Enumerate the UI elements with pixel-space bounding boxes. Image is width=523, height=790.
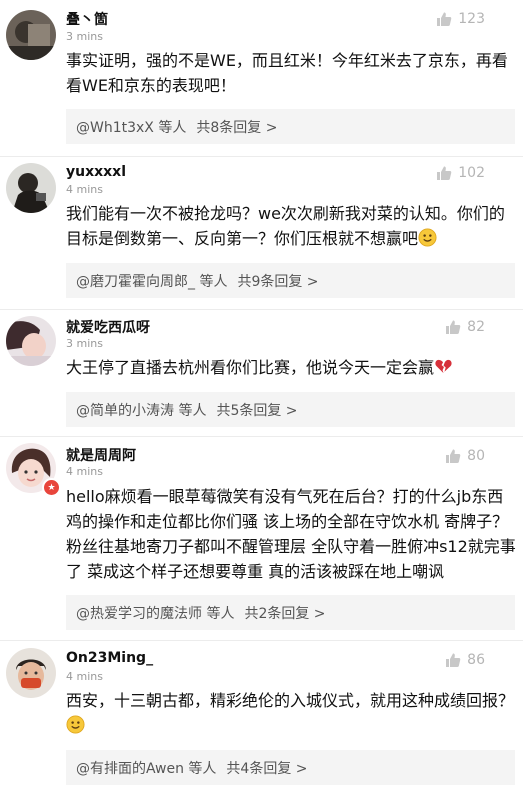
broken-heart-icon [435, 359, 452, 374]
username[interactable]: 就是周周阿 [66, 445, 136, 465]
reply-suffix: 等人 [188, 760, 217, 777]
reply-user[interactable]: @磨刀霍霍向周郎_ [76, 274, 195, 290]
reply-suffix: 等人 [178, 402, 207, 419]
reply-count-link[interactable]: 共4条回复 > [226, 761, 307, 777]
reply-summary[interactable]: @简单的小涛涛 等人 共5条回复 > [66, 392, 515, 427]
comment-line: 事实证明，强的不是WE，而且红米！今年红米去了京东，再看 [66, 51, 508, 70]
comment-line: 大王停了直播去杭州看你们比赛，他说今天一定会赢 [66, 355, 516, 380]
divider [0, 436, 523, 437]
like-count: 82 [467, 319, 485, 335]
username[interactable]: On23Ming_ [66, 650, 153, 666]
comment-line [66, 713, 516, 738]
avatar[interactable] [6, 316, 56, 366]
comment-line: 粉丝往基地寄刀子都叫不醒管理层 全队守着一胜俯冲s12就完事 [66, 537, 516, 556]
timestamp: 3 mins [66, 30, 103, 43]
comment-line: 目标是倒数第一、反向第一？你们压根就不想赢吧 [66, 226, 516, 251]
timestamp: 4 mins [66, 670, 103, 683]
thumbs-up-icon [437, 12, 452, 26]
reply-user[interactable]: @有排面的Awen [76, 761, 184, 777]
reply-user[interactable]: @简单的小涛涛 [76, 403, 174, 419]
avatar[interactable] [6, 10, 56, 60]
reply-suffix: 等人 [158, 119, 187, 136]
comment-text: 我们能有一次不被抢龙吗？we次次刷新我对菜的认知。你们的 目标是倒数第一、反向第… [66, 201, 516, 251]
reply-count-link[interactable]: 共2条回复 > [244, 606, 325, 622]
reply-count-link[interactable]: 共8条回复 > [196, 120, 277, 136]
avatar[interactable] [6, 163, 56, 213]
thumbs-up-icon [446, 653, 461, 667]
comment-line: 看WE和京东的表现吧！ [66, 76, 236, 95]
smile-emoji-icon [66, 715, 85, 734]
like-count: 86 [467, 652, 485, 668]
username[interactable]: 就爱吃西瓜呀 [66, 317, 150, 337]
avatar[interactable] [6, 648, 56, 698]
comment-text: 事实证明，强的不是WE，而且红米！今年红米去了京东，再看 看WE和京东的表现吧！ [66, 48, 516, 98]
reply-count-link[interactable]: 共5条回复 > [216, 403, 297, 419]
comment-line: 了 菜成这个样子还想要尊重 真的活该被踩在地上嘲讽 [66, 562, 445, 581]
star-badge-icon: ★ [42, 478, 61, 497]
thumbs-up-icon [437, 166, 452, 180]
username[interactable]: 叠丶箇 [66, 9, 108, 29]
timestamp: 3 mins [66, 337, 103, 350]
comment-text: 西安，十三朝古都，精彩绝伦的入城仪式，就用这种成绩回报？ [66, 688, 516, 738]
comment-line: 我们能有一次不被抢龙吗？we次次刷新我对菜的认知。你们的 [66, 204, 505, 223]
reply-suffix: 等人 [206, 605, 235, 622]
reply-summary[interactable]: @有排面的Awen 等人 共4条回复 > [66, 750, 515, 785]
reply-user[interactable]: @Wh1t3xX [76, 120, 154, 136]
like-button[interactable]: 80 [445, 448, 485, 464]
username[interactable]: yuxxxxl [66, 164, 126, 180]
reply-user[interactable]: @热爱学习的魔法师 [76, 606, 202, 622]
comment-line: 西安，十三朝古都，精彩绝伦的入城仪式，就用这种成绩回报？ [66, 691, 515, 710]
comment-text: 大王停了直播去杭州看你们比赛，他说今天一定会赢 [66, 355, 516, 380]
divider [0, 309, 523, 310]
smile-emoji-icon [418, 228, 437, 247]
reply-summary[interactable]: @热爱学习的魔法师 等人 共2条回复 > [66, 595, 515, 630]
thumbs-up-icon [446, 320, 461, 334]
comment-line: 鸡的操作和走位都比你们骚 该上场的全部在守饮水机 寄牌子？ [66, 512, 509, 531]
like-button[interactable]: 102 [436, 165, 485, 181]
like-button[interactable]: 82 [445, 319, 485, 335]
reply-summary[interactable]: @Wh1t3xX 等人 共8条回复 > [66, 109, 515, 144]
reply-count-link[interactable]: 共9条回复 > [237, 274, 318, 290]
divider [0, 640, 523, 641]
like-button[interactable]: 123 [436, 11, 485, 27]
timestamp: 4 mins [66, 465, 103, 478]
reply-summary[interactable]: @磨刀霍霍向周郎_ 等人 共9条回复 > [66, 263, 515, 298]
thumbs-up-icon [446, 449, 461, 463]
divider [0, 156, 523, 157]
like-count: 123 [458, 11, 485, 27]
comment-text: hello麻烦看一眼草莓微笑有没有气死在后台？打的什么jb东西 鸡的操作和走位都… [66, 484, 516, 584]
like-button[interactable]: 86 [445, 652, 485, 668]
comment-line: hello麻烦看一眼草莓微笑有没有气死在后台？打的什么jb东西 [66, 487, 504, 506]
like-count: 102 [458, 165, 485, 181]
reply-suffix: 等人 [199, 273, 228, 290]
timestamp: 4 mins [66, 183, 103, 196]
like-count: 80 [467, 448, 485, 464]
